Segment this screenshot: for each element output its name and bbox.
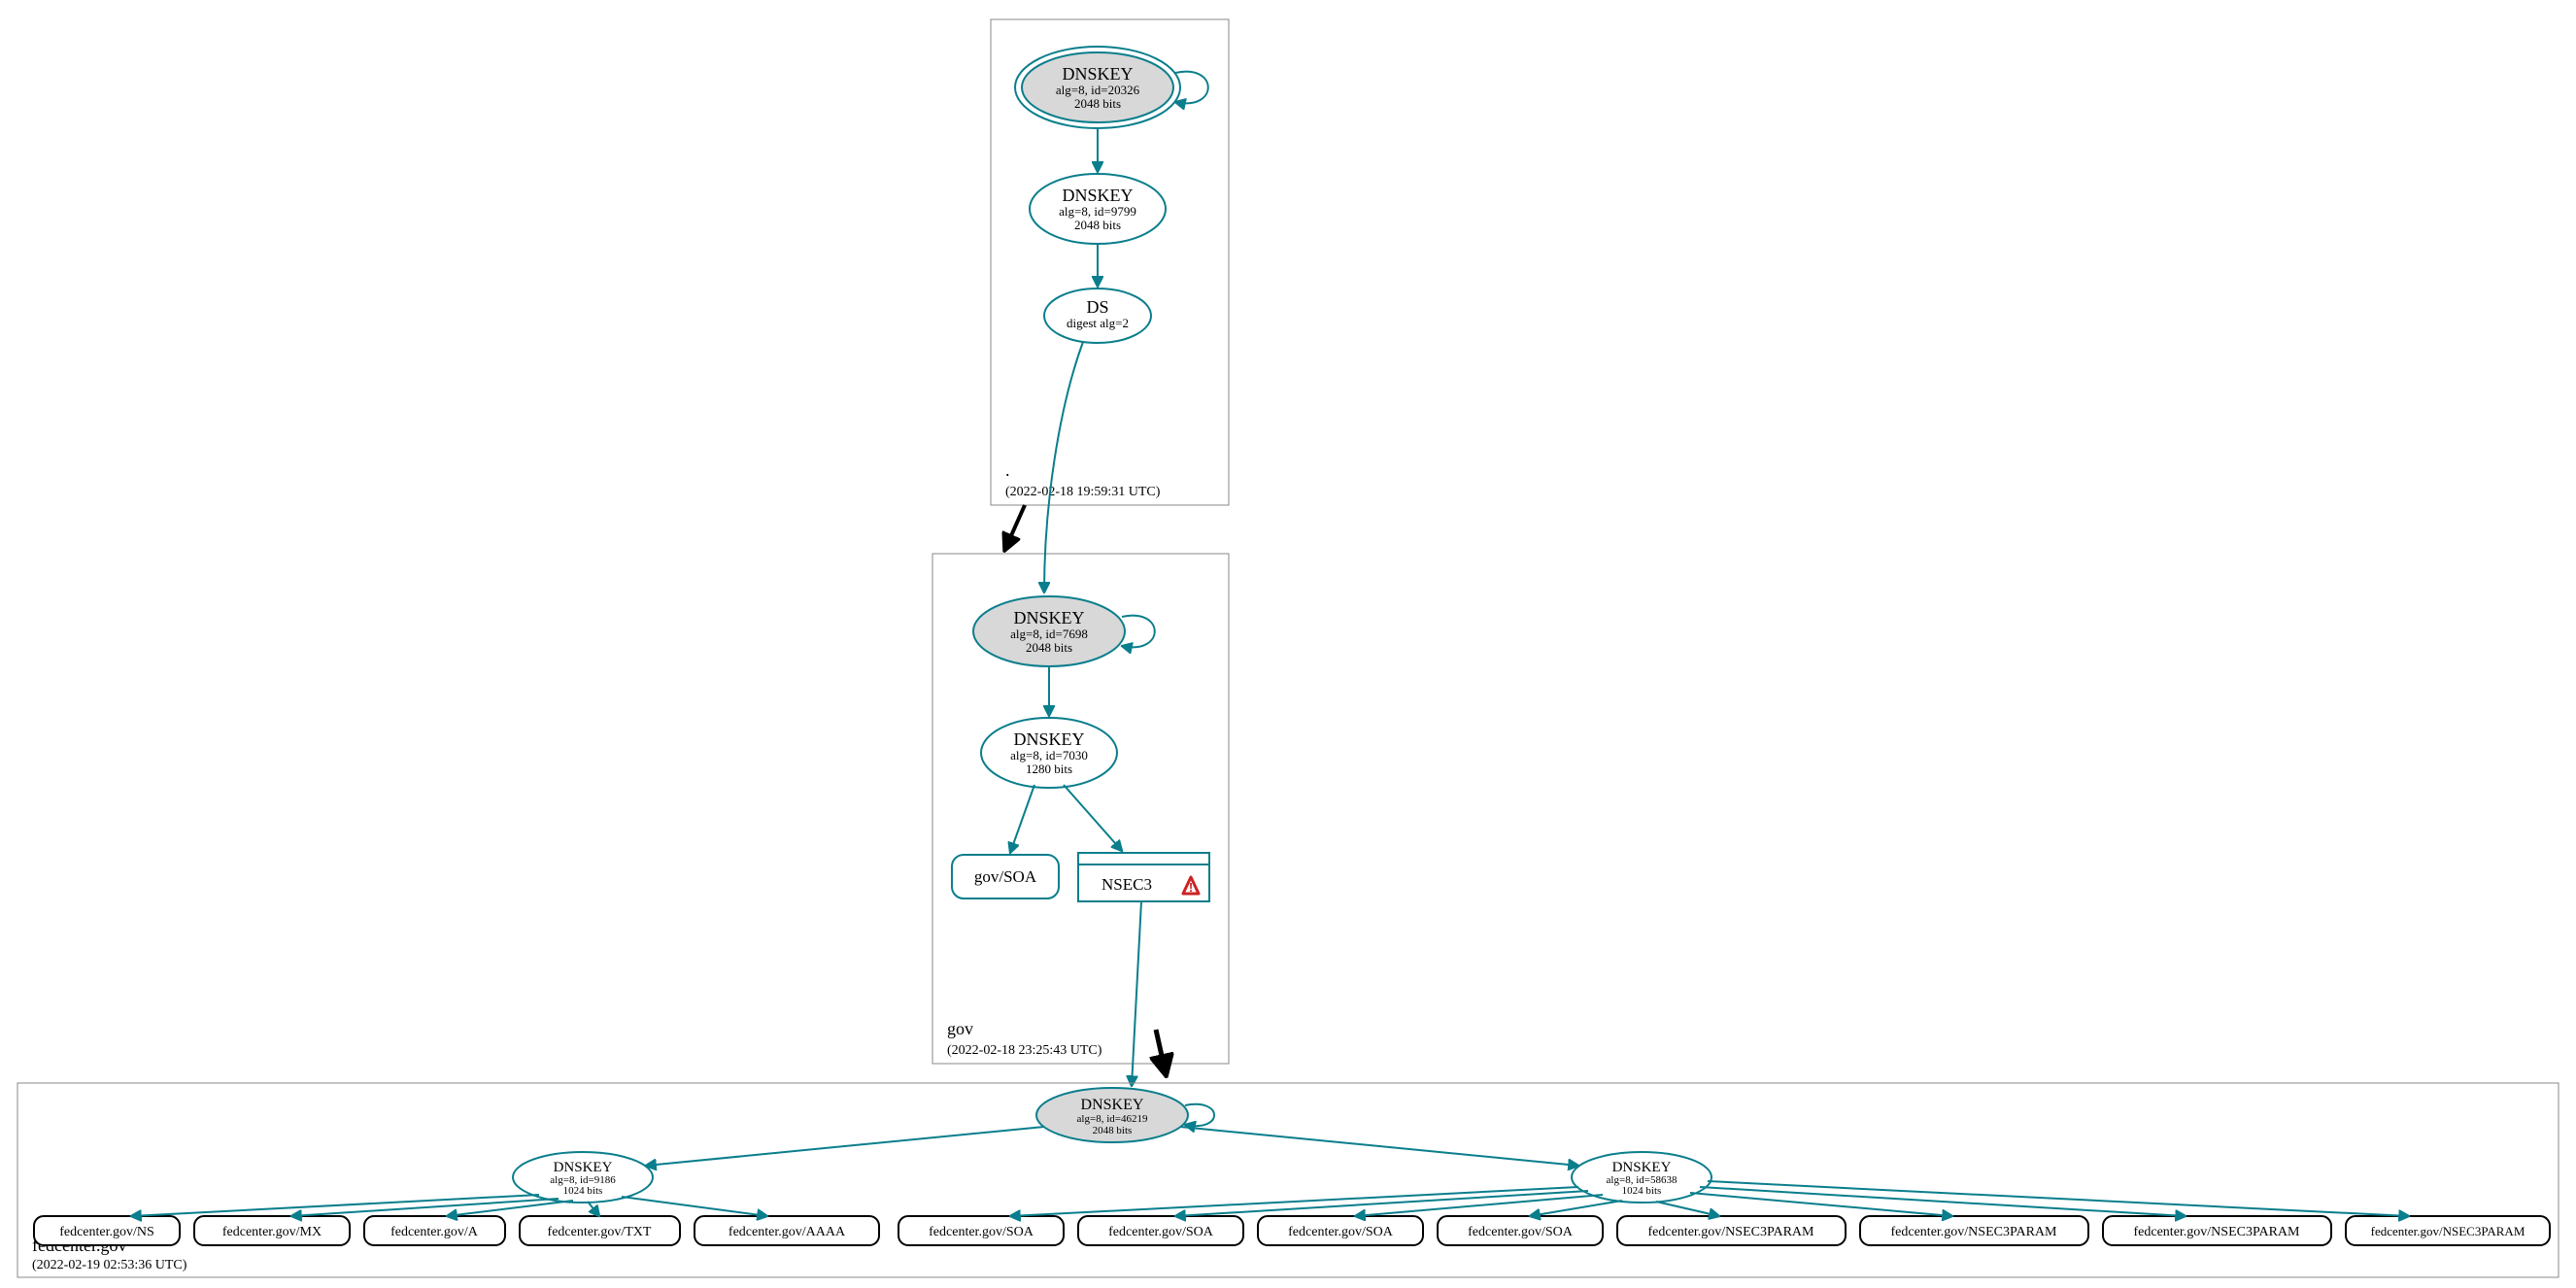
zone-root-name: . bbox=[1005, 460, 1010, 480]
leaf-l9: fedcenter.gov/NSEC3PARAM bbox=[1617, 1216, 1846, 1245]
zone-gov-ts: (2022-02-18 23:25:43 UTC) bbox=[947, 1043, 1102, 1058]
svg-text:DNSKEY: DNSKEY bbox=[1081, 1097, 1144, 1113]
leaf-l0: fedcenter.gov/NS bbox=[34, 1216, 180, 1245]
leaf-l3: fedcenter.gov/TXT bbox=[520, 1216, 680, 1245]
node-gov-nsec3: NSEC3 ! bbox=[1078, 853, 1209, 901]
svg-text:alg=8, id=7030: alg=8, id=7030 bbox=[1010, 748, 1088, 763]
svg-text:DNSKEY: DNSKEY bbox=[554, 1160, 613, 1175]
svg-text:alg=8, id=7698: alg=8, id=7698 bbox=[1010, 627, 1088, 641]
svg-text:DNSKEY: DNSKEY bbox=[1062, 64, 1133, 84]
svg-text:1024 bits: 1024 bits bbox=[563, 1185, 603, 1197]
svg-text:1280 bits: 1280 bits bbox=[1026, 762, 1072, 776]
leaf-l10: fedcenter.gov/NSEC3PARAM bbox=[1860, 1216, 2088, 1245]
svg-text:fedcenter.gov/TXT: fedcenter.gov/TXT bbox=[548, 1225, 652, 1239]
node-fc-ksk: DNSKEY alg=8, id=46219 2048 bits bbox=[1036, 1088, 1188, 1142]
svg-text:fedcenter.gov/NSEC3PARAM: fedcenter.gov/NSEC3PARAM bbox=[2371, 1224, 2525, 1238]
node-root-ksk: DNSKEY alg=8, id=20326 2048 bits bbox=[1015, 47, 1180, 128]
svg-text:alg=8, id=9799: alg=8, id=9799 bbox=[1059, 204, 1136, 219]
svg-text:alg=8, id=46219: alg=8, id=46219 bbox=[1077, 1113, 1148, 1125]
leaf-l12: fedcenter.gov/NSEC3PARAM bbox=[2346, 1216, 2550, 1245]
svg-text:DNSKEY: DNSKEY bbox=[1062, 186, 1133, 205]
svg-text:fedcenter.gov/AAAA: fedcenter.gov/AAAA bbox=[729, 1225, 846, 1239]
svg-text:alg=8, id=20326: alg=8, id=20326 bbox=[1056, 83, 1140, 97]
svg-text:fedcenter.gov/A: fedcenter.gov/A bbox=[390, 1225, 479, 1239]
node-gov-soa: gov/SOA bbox=[952, 855, 1059, 898]
leaf-l6: fedcenter.gov/SOA bbox=[1078, 1216, 1243, 1245]
node-gov-zsk: DNSKEY alg=8, id=7030 1280 bits bbox=[981, 718, 1117, 788]
leaf-l8: fedcenter.gov/SOA bbox=[1438, 1216, 1603, 1245]
node-gov-ksk: DNSKEY alg=8, id=7698 2048 bits bbox=[973, 596, 1125, 666]
svg-text:DNSKEY: DNSKEY bbox=[1013, 729, 1084, 749]
leaf-l2: fedcenter.gov/A bbox=[364, 1216, 505, 1245]
svg-text:2048 bits: 2048 bits bbox=[1074, 96, 1121, 111]
svg-text:fedcenter.gov/SOA: fedcenter.gov/SOA bbox=[1108, 1225, 1214, 1239]
svg-text:DNSKEY: DNSKEY bbox=[1013, 608, 1084, 627]
svg-text:1024 bits: 1024 bits bbox=[1622, 1185, 1662, 1197]
svg-text:fedcenter.gov/NSEC3PARAM: fedcenter.gov/NSEC3PARAM bbox=[1648, 1225, 1815, 1239]
leaf-l1: fedcenter.gov/MX bbox=[194, 1216, 350, 1245]
svg-text:2048 bits: 2048 bits bbox=[1074, 218, 1121, 232]
svg-text:2048 bits: 2048 bits bbox=[1093, 1125, 1133, 1136]
svg-text:DS: DS bbox=[1086, 297, 1108, 317]
zone-gov-name: gov bbox=[947, 1019, 973, 1038]
svg-text:!: ! bbox=[1189, 880, 1193, 895]
zone-fedcenter-ts: (2022-02-19 02:53:36 UTC) bbox=[32, 1258, 187, 1272]
svg-text:fedcenter.gov/SOA: fedcenter.gov/SOA bbox=[929, 1225, 1034, 1239]
dnssec-graph: . (2022-02-18 19:59:31 UTC) DNSKEY alg=8… bbox=[0, 0, 2576, 1288]
leaf-l4: fedcenter.gov/AAAA bbox=[695, 1216, 879, 1245]
node-root-zsk: DNSKEY alg=8, id=9799 2048 bits bbox=[1030, 174, 1166, 244]
leaf-l5: fedcenter.gov/SOA bbox=[898, 1216, 1064, 1245]
svg-text:fedcenter.gov/NSEC3PARAM: fedcenter.gov/NSEC3PARAM bbox=[1891, 1225, 2058, 1239]
leaf-l7: fedcenter.gov/SOA bbox=[1258, 1216, 1423, 1245]
svg-text:digest alg=2: digest alg=2 bbox=[1067, 316, 1129, 330]
leaf-l11: fedcenter.gov/NSEC3PARAM bbox=[2103, 1216, 2331, 1245]
node-root-ds: DS digest alg=2 bbox=[1044, 288, 1151, 343]
svg-text:gov/SOA: gov/SOA bbox=[974, 867, 1037, 886]
svg-text:NSEC3: NSEC3 bbox=[1102, 875, 1152, 894]
svg-text:fedcenter.gov/SOA: fedcenter.gov/SOA bbox=[1288, 1225, 1394, 1239]
svg-text:DNSKEY: DNSKEY bbox=[1612, 1160, 1672, 1175]
zone-root-ts: (2022-02-18 19:59:31 UTC) bbox=[1005, 485, 1161, 499]
svg-text:fedcenter.gov/NSEC3PARAM: fedcenter.gov/NSEC3PARAM bbox=[2134, 1225, 2301, 1239]
svg-text:2048 bits: 2048 bits bbox=[1026, 640, 1072, 655]
svg-text:fedcenter.gov/NS: fedcenter.gov/NS bbox=[59, 1225, 154, 1239]
svg-text:fedcenter.gov/MX: fedcenter.gov/MX bbox=[222, 1225, 322, 1239]
svg-text:fedcenter.gov/SOA: fedcenter.gov/SOA bbox=[1468, 1225, 1574, 1239]
